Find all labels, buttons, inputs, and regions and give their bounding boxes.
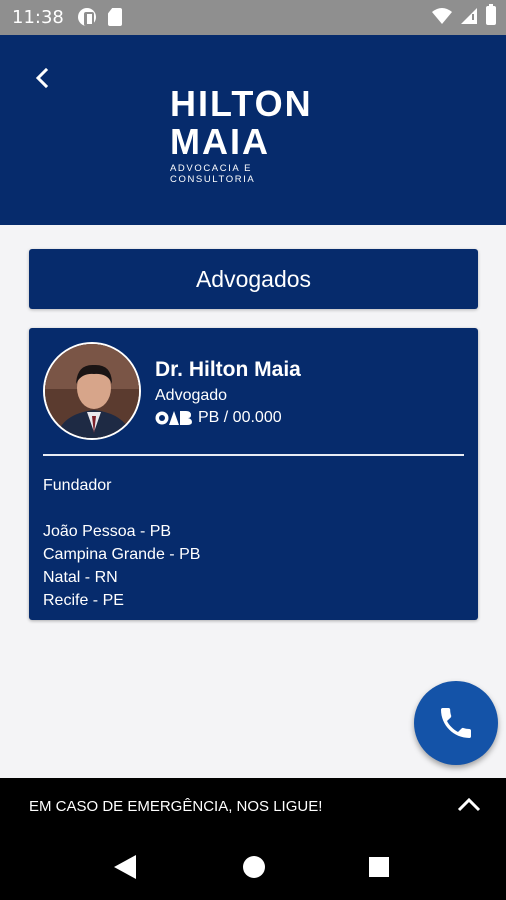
lawyer-card[interactable]: Dr. Hilton Maia Advogado PB / 00.000 Fun… [29,328,478,620]
oab-number: PB / 00.000 [198,409,282,426]
phone-icon [441,708,471,738]
status-bar: 11:38 [0,0,506,35]
card-divider [43,454,464,456]
company-logo: HILTON MAIA ADVOCACIA E CONSULTORIA [170,83,340,186]
nav-recent-apps-icon[interactable] [369,857,389,877]
logo-line1: HILTON [170,83,313,124]
chevron-left-icon [35,67,49,89]
nav-back-icon[interactable] [114,855,136,879]
lawyer-bio: Fundador João Pessoa - PB Campina Grande… [43,474,200,612]
avatar [43,342,141,440]
nav-home-icon[interactable] [243,856,265,878]
location-item: João Pessoa - PB [43,523,172,540]
status-icons [432,4,496,25]
back-button[interactable] [30,65,56,91]
lawyer-role: Advogado [155,387,228,404]
system-nav-bar [0,834,506,900]
cell-signal-icon [461,7,477,24]
chevron-up-icon[interactable] [456,794,482,816]
lawyer-name: Dr. Hilton Maia [155,358,301,381]
lawyer-title: Fundador [43,477,112,494]
section-title: Advogados [29,249,478,309]
app-header: HILTON MAIA ADVOCACIA E CONSULTORIA [0,35,506,225]
oab-registration: PB / 00.000 [155,409,282,427]
wifi-icon [432,7,452,24]
app-notification-icon [78,8,96,26]
location-item: Natal - RN [43,569,118,586]
emergency-text: EM CASO DE EMERGÊNCIA, NOS LIGUE! [29,798,323,815]
oab-icon [155,411,192,425]
location-item: Recife - PE [43,592,124,609]
logo-line2: MAIA [170,121,270,162]
emergency-bar[interactable]: EM CASO DE EMERGÊNCIA, NOS LIGUE! [0,778,506,834]
call-button[interactable] [414,681,498,765]
sd-card-icon [108,8,122,26]
battery-icon [486,4,496,25]
location-item: Campina Grande - PB [43,546,201,563]
status-time: 11:38 [12,7,64,28]
logo-tagline: ADVOCACIA E CONSULTORIA [170,163,256,185]
